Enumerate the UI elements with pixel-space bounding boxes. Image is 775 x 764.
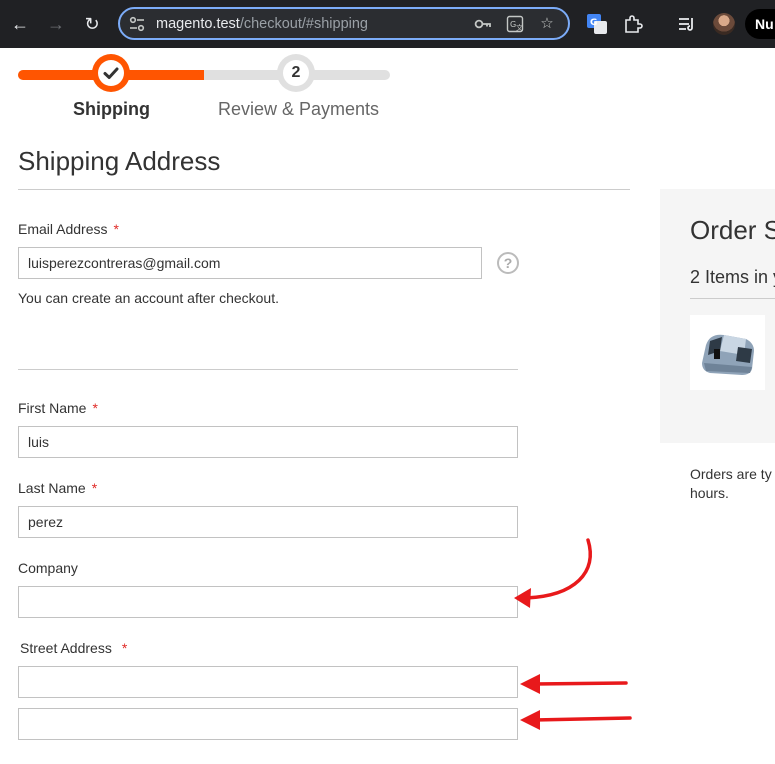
arrow-to-street-line1 (520, 674, 628, 694)
annotation-arrows (514, 538, 632, 730)
arrow-to-street-line2 (520, 710, 632, 730)
arrow-to-company-field (514, 538, 592, 608)
